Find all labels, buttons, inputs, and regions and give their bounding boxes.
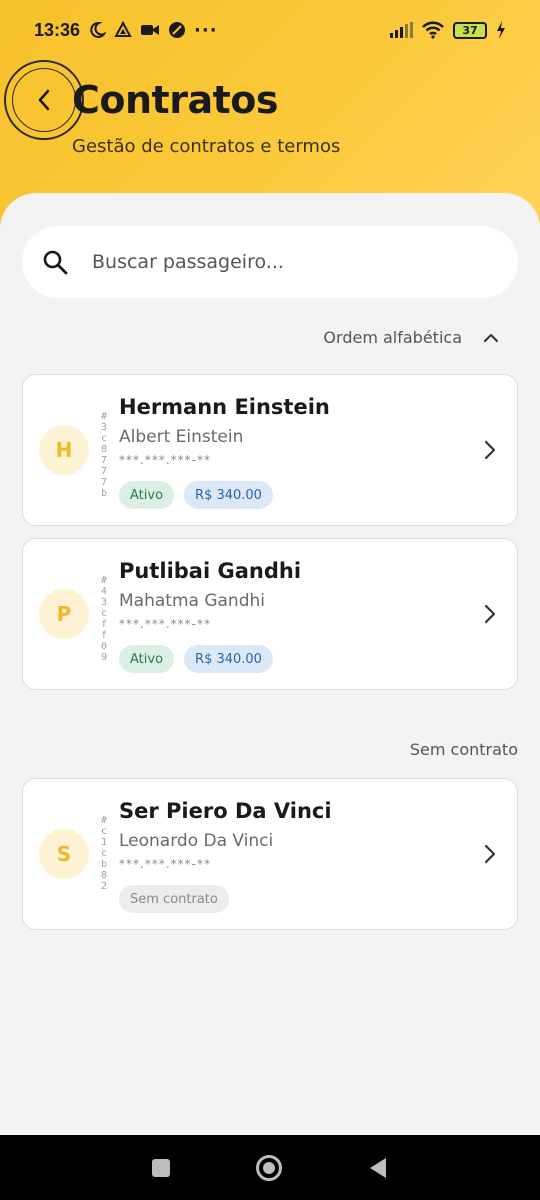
home-dot xyxy=(263,1161,275,1174)
status-badge: Sem contrato xyxy=(119,885,229,913)
system-nav-bar xyxy=(0,1135,540,1200)
page-title: Contratos xyxy=(72,78,278,122)
avatar: S xyxy=(39,829,89,879)
avatar: H xyxy=(39,425,89,475)
signal-icon xyxy=(390,22,413,38)
price-badge: R$ 340.00 xyxy=(184,645,273,673)
chevron-left-icon xyxy=(38,89,50,111)
masked-document: ***.***.***-** xyxy=(119,453,211,467)
status-badge: Ativo xyxy=(119,481,175,509)
chevron-right-icon xyxy=(484,604,496,624)
drive-icon xyxy=(114,21,132,37)
contract-card[interactable]: H #3c8777b Hermann Einstein Albert Einst… xyxy=(22,374,518,526)
search-input[interactable]: Buscar passageiro... xyxy=(22,226,518,298)
contract-card[interactable]: S #c1cb82 Ser Piero Da Vinci Leonardo Da… xyxy=(22,778,518,930)
card-id: #c1cb82 xyxy=(100,815,108,892)
avatar: P xyxy=(39,589,89,639)
price-badge: R$ 340.00 xyxy=(184,481,273,509)
status-time: 13:36 xyxy=(34,19,81,40)
passenger-name: Albert Einstein xyxy=(119,427,244,447)
section-label-no-contract: Sem contrato xyxy=(409,740,518,759)
wifi-icon xyxy=(422,21,444,39)
masked-document: ***.***.***-** xyxy=(119,857,211,871)
contract-card[interactable]: P #43cff09 Putlibai Gandhi Mahatma Gandh… xyxy=(22,538,518,690)
chevron-right-icon xyxy=(484,844,496,864)
more-icon: ··· xyxy=(194,19,218,41)
status-bar: 13:36 ··· 37 xyxy=(0,0,540,60)
card-name: Ser Piero Da Vinci xyxy=(119,799,332,823)
card-id: #43cff09 xyxy=(100,575,108,663)
page-subtitle: Gestão de contratos e termos xyxy=(72,136,341,157)
card-name: Putlibai Gandhi xyxy=(119,559,302,583)
home-button[interactable] xyxy=(256,1154,282,1181)
moon-icon xyxy=(90,21,107,38)
search-placeholder: Buscar passageiro... xyxy=(92,251,284,273)
battery-icon: 37 xyxy=(453,21,487,39)
search-icon xyxy=(43,250,68,275)
chevron-up-icon xyxy=(484,333,498,342)
card-id: #3c8777b xyxy=(100,411,108,499)
chevron-right-icon xyxy=(484,440,496,460)
passenger-name: Leonardo Da Vinci xyxy=(119,831,274,851)
masked-document: ***.***.***-** xyxy=(119,617,211,631)
back-nav-button[interactable] xyxy=(368,1157,388,1179)
card-name: Hermann Einstein xyxy=(119,395,330,419)
passenger-name: Mahatma Gandhi xyxy=(119,591,265,611)
charging-icon xyxy=(497,21,505,39)
video-camera-icon xyxy=(141,25,160,35)
recents-button[interactable] xyxy=(152,1158,170,1177)
data-saver-icon xyxy=(169,22,186,38)
status-badge: Ativo xyxy=(119,645,175,673)
sort-label: Ordem alfabética xyxy=(323,328,462,347)
sort-toggle[interactable]: Ordem alfabética xyxy=(323,328,498,347)
